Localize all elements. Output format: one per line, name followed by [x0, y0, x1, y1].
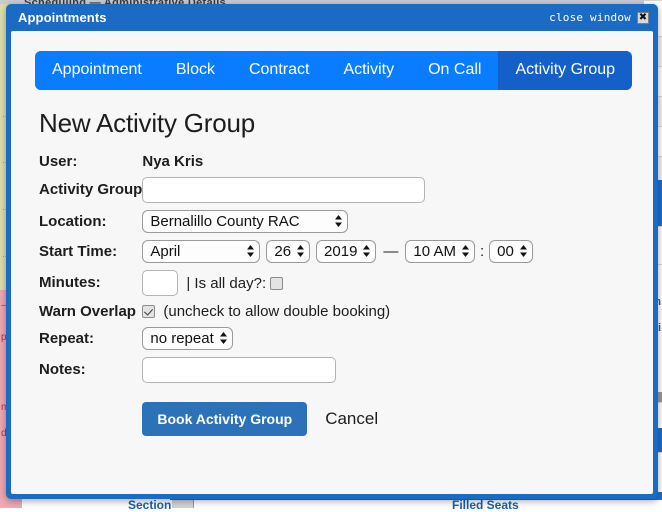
- warn-overlap-hint: (uncheck to allow double booking): [163, 303, 390, 320]
- year-select[interactable]: 2019: [316, 240, 376, 263]
- window-title: Appointments: [18, 10, 107, 25]
- stepper-arrows-icon: [461, 244, 470, 258]
- background-bottom-label-section: Section: [128, 498, 171, 512]
- close-window-label: close window: [549, 11, 631, 24]
- minute-select-value: 00: [497, 244, 514, 259]
- day-select-value: 26: [274, 244, 291, 259]
- warn-overlap-checkbox[interactable]: [142, 305, 155, 318]
- new-activity-group-form: New Activity Group User: Nya Kris Activi…: [39, 108, 653, 443]
- form-row-repeat: Repeat: no repeat: [39, 327, 533, 357]
- cancel-button[interactable]: Cancel: [315, 405, 388, 433]
- form-row-actions: Book Activity Group Cancel: [39, 390, 533, 443]
- tab-appointment[interactable]: Appointment: [35, 51, 159, 90]
- form-row-warn-overlap: Warn Overlap (uncheck to allow double bo…: [39, 303, 533, 327]
- tab-block[interactable]: Block: [159, 51, 232, 90]
- location-select-value: Bernalillo County RAC: [150, 214, 329, 229]
- form-row-user: User: Nya Kris: [39, 153, 533, 177]
- form-table: User: Nya Kris Activity Group Location:: [39, 153, 533, 443]
- background-bottom-label-filled-seats: Filled Seats: [452, 498, 519, 512]
- activity-group-input[interactable]: [142, 177, 425, 203]
- time-range-dash: —: [383, 243, 398, 260]
- tab-activity[interactable]: Activity: [326, 51, 411, 90]
- form-row-notes: Notes:: [39, 357, 533, 390]
- month-select-value: April: [150, 244, 241, 259]
- book-activity-group-button[interactable]: Book Activity Group: [142, 402, 307, 436]
- hour-select[interactable]: 10 AM: [405, 240, 475, 263]
- stepper-arrows-icon: [362, 244, 371, 258]
- stepper-arrows-icon: [219, 331, 228, 345]
- stepper-arrows-icon: [334, 214, 343, 228]
- location-select[interactable]: Bernalillo County RAC: [142, 210, 348, 233]
- location-label: Location:: [39, 210, 142, 240]
- tab-activity-group[interactable]: Activity Group: [498, 51, 632, 90]
- time-colon: :: [480, 243, 484, 260]
- repeat-label: Repeat:: [39, 327, 142, 357]
- stepper-arrows-icon: [246, 244, 255, 258]
- tab-contract[interactable]: Contract: [232, 51, 326, 90]
- modal-titlebar: Appointments close window ✖: [6, 4, 658, 31]
- user-value: Nya Kris: [142, 153, 203, 170]
- start-time-label: Start Time:: [39, 240, 142, 270]
- form-row-start-time: Start Time: April 26: [39, 240, 533, 270]
- year-select-value: 2019: [324, 244, 357, 259]
- all-day-checkbox[interactable]: [270, 277, 283, 290]
- modal-body: Appointment Block Contract Activity On C…: [11, 31, 653, 494]
- minute-select[interactable]: 00: [489, 240, 533, 263]
- day-select[interactable]: 26: [266, 240, 310, 263]
- repeat-select[interactable]: no repeat: [142, 327, 232, 350]
- page-title: New Activity Group: [39, 108, 653, 139]
- tab-bar: Appointment Block Contract Activity On C…: [35, 51, 632, 90]
- warn-overlap-label: Warn Overlap: [39, 303, 142, 327]
- minutes-label: Minutes:: [39, 270, 142, 303]
- minutes-input[interactable]: [142, 270, 178, 296]
- user-label: User:: [39, 153, 142, 177]
- form-row-activity-group: Activity Group: [39, 177, 533, 210]
- all-day-label: | Is all day?:: [186, 275, 266, 292]
- notes-label: Notes:: [39, 357, 142, 390]
- form-row-location: Location: Bernalillo County RAC: [39, 210, 533, 240]
- stepper-arrows-icon: [296, 244, 305, 258]
- notes-input[interactable]: [142, 357, 336, 383]
- close-window-button[interactable]: close window ✖: [549, 11, 649, 24]
- hour-select-value: 10 AM: [413, 244, 456, 259]
- repeat-select-value: no repeat: [150, 331, 213, 346]
- appointments-modal: Appointments close window ✖ Appointment …: [6, 4, 658, 499]
- form-actions: Book Activity Group Cancel: [142, 402, 532, 436]
- tab-on-call[interactable]: On Call: [411, 51, 498, 90]
- month-select[interactable]: April: [142, 240, 260, 263]
- background-right-link[interactable]: i: [658, 322, 661, 334]
- close-x-icon[interactable]: ✖: [637, 12, 649, 24]
- background-bottom-cell: [172, 500, 194, 508]
- stepper-arrows-icon: [519, 244, 528, 258]
- activity-group-label: Activity Group: [39, 177, 142, 210]
- form-row-minutes: Minutes: | Is all day?:: [39, 270, 533, 303]
